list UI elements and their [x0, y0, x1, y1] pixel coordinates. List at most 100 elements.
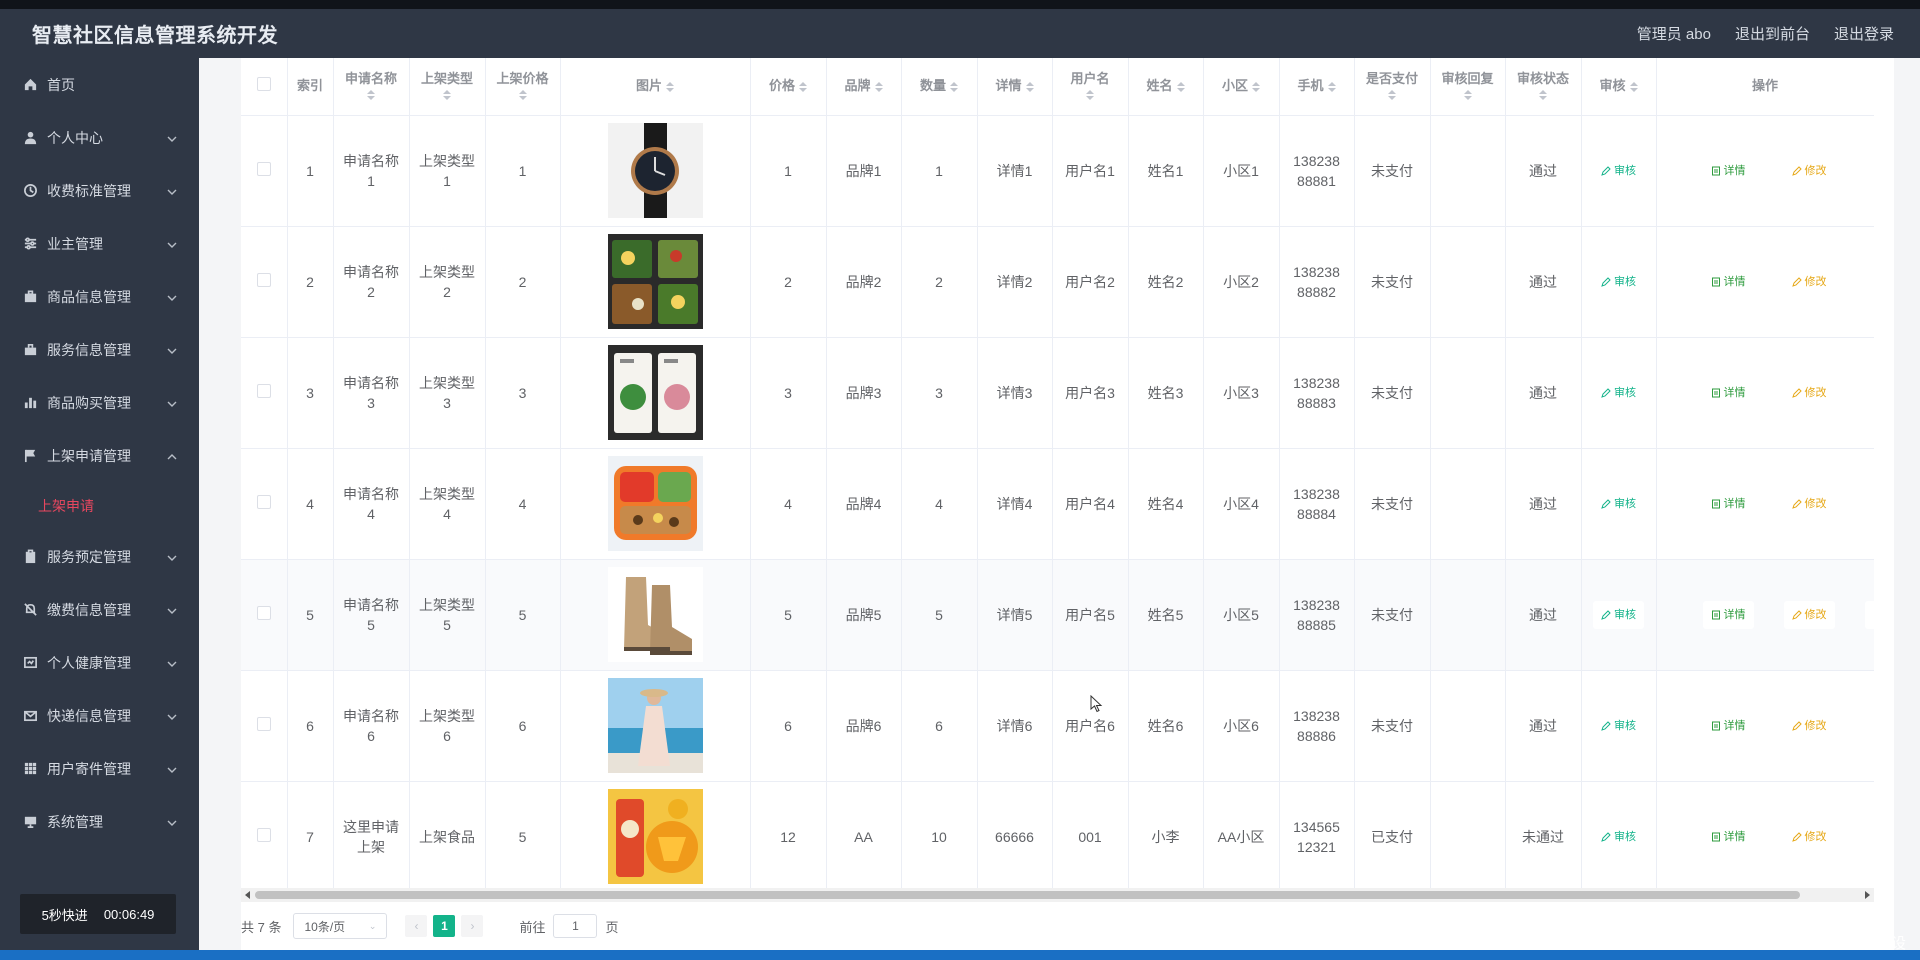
row-checkbox[interactable]	[256, 494, 271, 509]
goto-page-input[interactable]: 1	[553, 914, 598, 938]
sort-icon[interactable]	[1629, 80, 1638, 94]
sort-icon[interactable]	[443, 90, 451, 101]
sidebar-item-5[interactable]: 服务信息管理	[0, 323, 199, 376]
edit-button[interactable]: 修改	[1784, 268, 1835, 296]
sidebar-item-6[interactable]: 商品购买管理	[0, 376, 199, 429]
column-header[interactable]: 上架类型	[409, 58, 486, 116]
detail-button[interactable]: 详情	[1703, 490, 1754, 518]
sort-icon[interactable]	[1539, 90, 1547, 101]
column-header[interactable]: 审核	[1581, 58, 1657, 116]
product-image[interactable]	[607, 456, 703, 551]
sort-icon[interactable]	[367, 90, 375, 101]
edit-button[interactable]: 修改	[1784, 379, 1835, 407]
page-size-select[interactable]: 10条/页 ⌄	[293, 913, 388, 939]
row-checkbox[interactable]	[256, 272, 271, 287]
column-header[interactable]: 申请名称	[333, 58, 410, 116]
sidebar-item-2[interactable]: 收费标准管理	[0, 164, 199, 217]
row-checkbox[interactable]	[256, 827, 271, 842]
sidebar-item-10[interactable]: 个人健康管理	[0, 636, 199, 689]
sort-icon[interactable]	[518, 90, 527, 101]
audit-button[interactable]: 审核	[1593, 600, 1644, 629]
sidebar-item-1[interactable]: 个人中心	[0, 111, 199, 164]
scroll-left-arrow[interactable]	[245, 891, 250, 899]
row-checkbox[interactable]	[256, 716, 271, 731]
column-header[interactable]: 审核回复	[1430, 58, 1506, 116]
next-page-button[interactable]: ›	[461, 915, 484, 937]
product-image[interactable]	[607, 789, 703, 884]
sidebar-item-0[interactable]: 首页	[0, 58, 199, 111]
front-page-link[interactable]: 退出到前台	[1735, 23, 1810, 44]
column-header[interactable]: 详情	[977, 58, 1053, 116]
column-header[interactable]: 用户名	[1052, 58, 1129, 116]
edit-button[interactable]: 修改	[1783, 600, 1835, 629]
logout-link[interactable]: 退出登录	[1834, 23, 1894, 44]
detail-button[interactable]: 详情	[1703, 379, 1754, 407]
sort-icon[interactable]	[1025, 80, 1034, 94]
column-header[interactable]: 是否支付	[1354, 58, 1431, 116]
column-header[interactable]: 小区	[1203, 58, 1280, 116]
sidebar-item-12[interactable]: 用户寄件管理	[0, 742, 199, 795]
row-checkbox[interactable]	[256, 383, 271, 398]
select-all-checkbox[interactable]	[256, 76, 271, 91]
sidebar-item-11[interactable]: 快递信息管理	[0, 689, 199, 742]
detail-button[interactable]: 详情	[1702, 600, 1754, 629]
product-image[interactable]	[607, 567, 703, 662]
audit-button[interactable]: 审核	[1593, 823, 1644, 851]
column-header[interactable]: 数量	[901, 58, 978, 116]
detail-button[interactable]: 详情	[1703, 157, 1754, 185]
sidebar-item-13[interactable]: 系统管理	[0, 795, 199, 848]
sidebar-item-8[interactable]: 服务预定管理	[0, 530, 199, 583]
sidebar-item-7[interactable]: 上架申请管理	[0, 429, 199, 482]
delete-button[interactable]	[1864, 600, 1874, 629]
prev-page-button[interactable]: ‹	[405, 915, 428, 937]
horizontal-scrollbar[interactable]	[241, 888, 1874, 902]
product-image[interactable]	[607, 678, 703, 773]
sort-icon[interactable]	[1388, 90, 1396, 101]
page-number-current[interactable]: 1	[433, 915, 456, 937]
sidebar-item-9[interactable]: 缴费信息管理	[0, 583, 199, 636]
edit-button[interactable]: 修改	[1784, 712, 1835, 740]
column-header[interactable]: 操作	[1656, 58, 1874, 116]
sidebar-subitem-active[interactable]: 上架申请	[0, 482, 199, 530]
audit-button[interactable]: 审核	[1593, 490, 1644, 518]
column-header[interactable]: 手机	[1279, 58, 1355, 116]
column-header[interactable]: 价格	[750, 58, 827, 116]
audit-button[interactable]: 审核	[1593, 712, 1644, 740]
audit-button[interactable]: 审核	[1593, 157, 1644, 185]
delete-button[interactable]	[1865, 157, 1875, 185]
sort-icon[interactable]	[1327, 80, 1336, 94]
audit-button[interactable]: 审核	[1593, 379, 1644, 407]
sort-icon[interactable]	[799, 80, 807, 94]
delete-button[interactable]	[1865, 268, 1875, 296]
audit-button[interactable]: 审核	[1593, 268, 1644, 296]
product-image[interactable]	[607, 345, 703, 440]
edit-button[interactable]: 修改	[1784, 157, 1835, 185]
column-header[interactable]: 品牌	[826, 58, 902, 116]
detail-button[interactable]: 详情	[1703, 268, 1754, 296]
sort-icon[interactable]	[950, 80, 958, 94]
detail-button[interactable]: 详情	[1703, 712, 1754, 740]
row-checkbox[interactable]	[256, 605, 271, 620]
sidebar-item-3[interactable]: 业主管理	[0, 217, 199, 270]
detail-button[interactable]: 详情	[1703, 823, 1754, 851]
sort-icon[interactable]	[666, 80, 674, 94]
column-header[interactable]: 上架价格	[485, 58, 561, 116]
sort-icon[interactable]	[1463, 90, 1472, 101]
column-header[interactable]: 索引	[287, 58, 334, 116]
edit-button[interactable]: 修改	[1784, 823, 1835, 851]
delete-button[interactable]	[1865, 379, 1875, 407]
edit-button[interactable]: 修改	[1784, 490, 1835, 518]
sidebar-item-4[interactable]: 商品信息管理	[0, 270, 199, 323]
column-header[interactable]: 姓名	[1128, 58, 1204, 116]
sort-icon[interactable]	[874, 80, 883, 94]
product-image[interactable]	[607, 234, 703, 329]
delete-button[interactable]	[1865, 712, 1875, 740]
product-image[interactable]	[607, 123, 703, 218]
scrollbar-thumb[interactable]	[255, 891, 1800, 899]
delete-button[interactable]	[1865, 823, 1875, 851]
sort-icon[interactable]	[1086, 90, 1094, 101]
row-checkbox[interactable]	[256, 161, 271, 176]
delete-button[interactable]	[1865, 490, 1875, 518]
column-header[interactable]: 审核状态	[1505, 58, 1582, 116]
column-header[interactable]: 图片	[560, 58, 751, 116]
